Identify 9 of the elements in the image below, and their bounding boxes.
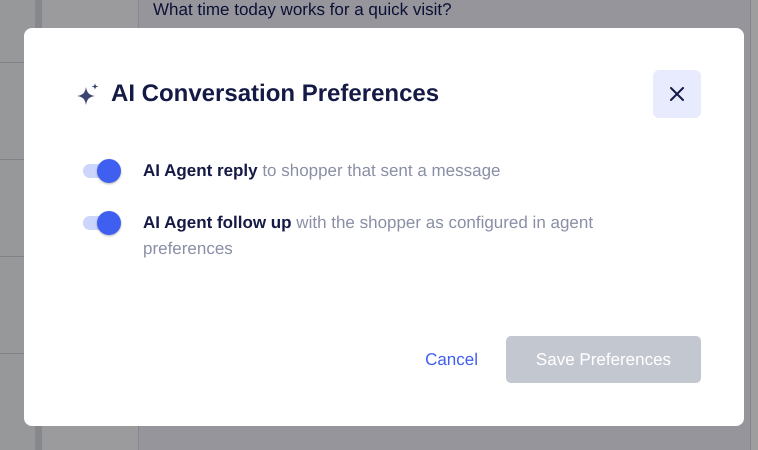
- option-label: AI Agent follow up with the shopper as configured in agent preferences: [143, 212, 594, 260]
- close-button[interactable]: [653, 70, 701, 118]
- toggle-switch[interactable]: [81, 210, 121, 236]
- cancel-link[interactable]: Cancel: [425, 350, 478, 370]
- option-label: AI Agent reply to shopper that sent a message: [143, 160, 500, 182]
- dialog-title: AI Conversation Preferences: [111, 80, 440, 108]
- toggle-switch[interactable]: [81, 158, 121, 184]
- chat-message: What time today works for a quick visit?: [153, 0, 453, 20]
- close-icon: [670, 87, 684, 101]
